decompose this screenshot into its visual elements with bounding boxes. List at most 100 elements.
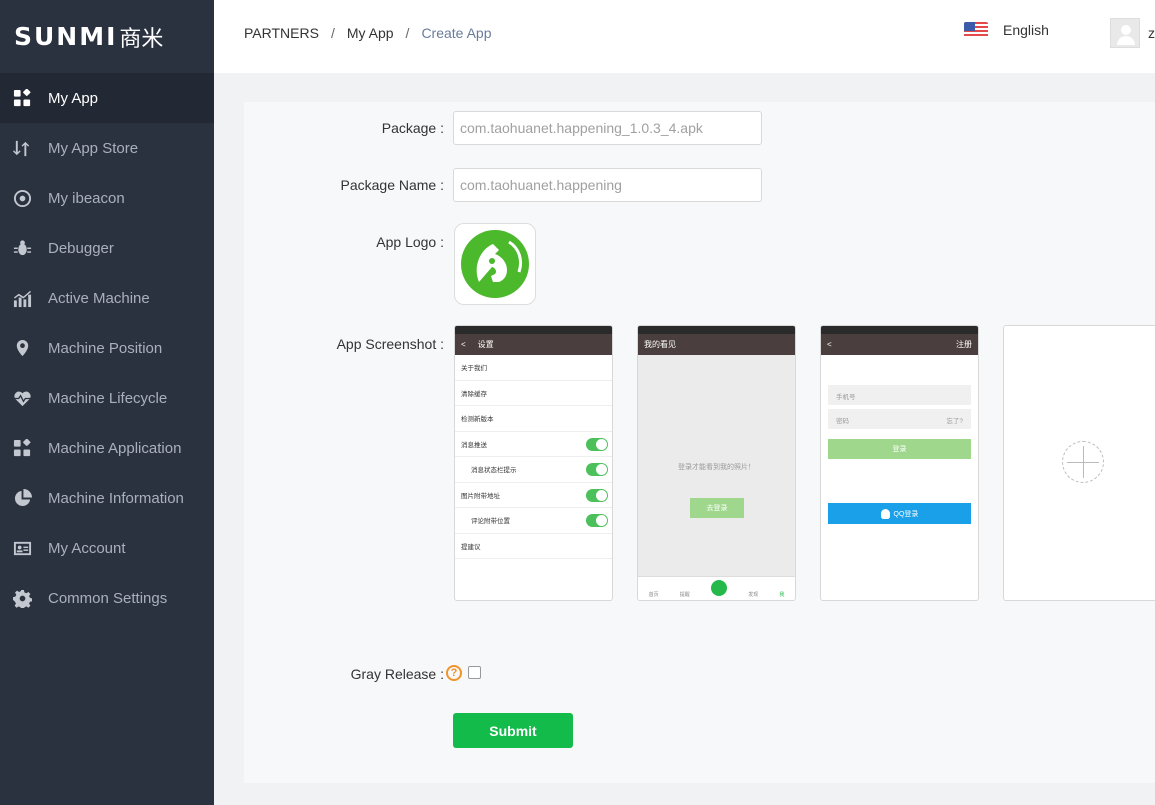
screenshot-upload-box[interactable] bbox=[1003, 325, 1155, 601]
list-item: 检测新版本 bbox=[455, 406, 612, 432]
app-screenshot-2[interactable]: 我的看见 登录才能看到我的照片！ 去登录 首页 提醒 发现 我 bbox=[637, 325, 796, 601]
sidebar-item-machine-application[interactable]: Machine Application bbox=[0, 423, 214, 473]
breadcrumb-create-app: Create App bbox=[421, 25, 492, 41]
list-item: 关于我们 bbox=[455, 355, 612, 381]
pie-icon bbox=[12, 488, 32, 508]
help-icon[interactable]: ? bbox=[446, 665, 462, 681]
apps-icon bbox=[12, 438, 32, 458]
toggle-icon bbox=[586, 437, 608, 451]
list-item: 提建议 bbox=[455, 534, 612, 559]
app-screenshot-1[interactable]: < 设置 关于我们 清除缓存 检测新版本 消息推送 消息状态栏提示 图片附带地址 … bbox=[454, 325, 613, 601]
sidebar-item-my-account[interactable]: My Account bbox=[0, 523, 214, 573]
sidebar: SUNMI 商米 My App My App Store My ibeacon … bbox=[0, 0, 214, 805]
app-screenshot-3[interactable]: < 注册 手机号 密码 忘了? 登录 QQ登录 bbox=[820, 325, 979, 601]
sidebar-item-machine-position[interactable]: Machine Position bbox=[0, 323, 214, 373]
phone-field: 手机号 bbox=[828, 385, 971, 405]
app-screenshot-label: App Screenshot : bbox=[336, 336, 444, 352]
list-item: 消息推送 bbox=[455, 432, 612, 457]
logo-text: SUNMI bbox=[14, 22, 118, 51]
sidebar-item-label: My ibeacon bbox=[48, 189, 125, 207]
location-icon bbox=[12, 338, 32, 358]
language-label: English bbox=[1003, 22, 1049, 38]
language-selector[interactable]: English bbox=[964, 22, 1049, 38]
gray-release-label: Gray Release : bbox=[350, 666, 444, 682]
tab-discover: 发现 bbox=[748, 592, 759, 598]
screenshot-title: 我的看见 bbox=[644, 340, 676, 349]
sidebar-item-label: Debugger bbox=[48, 239, 114, 257]
package-name-label: Package Name : bbox=[340, 177, 445, 193]
package-name-input[interactable] bbox=[453, 168, 762, 202]
login-prompt-text: 登录才能看到我的照片！ bbox=[678, 464, 755, 471]
apps-icon bbox=[12, 88, 32, 108]
app-logo-image[interactable] bbox=[454, 223, 536, 305]
sidebar-item-label: Machine Lifecycle bbox=[48, 389, 168, 407]
sidebar-menu: My App My App Store My ibeacon Debugger … bbox=[0, 73, 214, 623]
gear-icon bbox=[12, 588, 32, 608]
store-icon bbox=[12, 138, 32, 158]
submit-button[interactable]: Submit bbox=[453, 713, 573, 748]
sidebar-item-label: Machine Information bbox=[48, 489, 184, 507]
breadcrumb-my-app[interactable]: My App bbox=[347, 25, 394, 41]
list-item: 消息状态栏提示 bbox=[455, 457, 612, 483]
go-login-button: 去登录 bbox=[690, 498, 744, 518]
package-input[interactable] bbox=[453, 111, 762, 145]
user-name[interactable]: z bbox=[1148, 25, 1155, 41]
sidebar-item-label: Machine Position bbox=[48, 339, 163, 357]
horse-logo-icon bbox=[461, 230, 529, 298]
app-logo-label: App Logo : bbox=[376, 234, 444, 250]
toggle-icon bbox=[586, 514, 608, 527]
chevron-left-icon: < bbox=[461, 340, 466, 349]
brand-logo: SUNMI 商米 bbox=[0, 0, 214, 73]
sidebar-item-label: My App Store bbox=[48, 139, 139, 157]
login-button: 登录 bbox=[828, 439, 971, 459]
screenshot-title: 设置 bbox=[477, 340, 494, 349]
phone-status-bar bbox=[455, 326, 612, 334]
tab-home: 首页 bbox=[648, 592, 659, 598]
gray-release-checkbox[interactable] bbox=[468, 666, 481, 679]
screenshot-title-bar: < 注册 bbox=[821, 334, 978, 355]
sidebar-item-label: My App bbox=[48, 89, 99, 107]
list-item: 评论附带位置 bbox=[455, 508, 612, 534]
avatar[interactable] bbox=[1110, 18, 1140, 48]
qq-icon bbox=[880, 508, 890, 519]
sidebar-item-label: Active Machine bbox=[48, 289, 150, 307]
sidebar-item-label: My Account bbox=[48, 539, 126, 557]
toggle-icon bbox=[586, 463, 608, 476]
phone-status-bar bbox=[638, 326, 795, 334]
sidebar-item-machine-lifecycle[interactable]: Machine Lifecycle bbox=[0, 373, 214, 423]
sidebar-item-debugger[interactable]: Debugger bbox=[0, 223, 214, 273]
sidebar-item-active-machine[interactable]: Active Machine bbox=[0, 273, 214, 323]
tab-remind: 提醒 bbox=[679, 592, 690, 598]
screenshot-title: 注册 bbox=[956, 340, 972, 349]
plus-icon bbox=[1062, 441, 1104, 483]
breadcrumb-partners[interactable]: PARTNERS bbox=[244, 25, 319, 41]
sidebar-item-my-app-store[interactable]: My App Store bbox=[0, 123, 214, 173]
toggle-icon bbox=[586, 488, 608, 502]
create-app-form: Package : Package Name : App Logo : App … bbox=[244, 102, 1155, 783]
bug-icon bbox=[12, 238, 32, 258]
sidebar-item-label: Common Settings bbox=[48, 589, 168, 607]
password-field: 密码 忘了? bbox=[828, 409, 971, 429]
sidebar-item-my-app[interactable]: My App bbox=[0, 73, 214, 123]
sidebar-item-my-ibeacon[interactable]: My ibeacon bbox=[0, 173, 214, 223]
breadcrumb: PARTNERS / My App / Create App bbox=[244, 25, 492, 41]
list-item: 清除缓存 bbox=[455, 381, 612, 406]
sidebar-item-machine-information[interactable]: Machine Information bbox=[0, 473, 214, 523]
qq-login-button: QQ登录 bbox=[828, 503, 971, 524]
beacon-icon bbox=[12, 188, 32, 208]
breadcrumb-separator: / bbox=[330, 25, 335, 41]
tab-me: 我 bbox=[779, 592, 785, 598]
sidebar-item-label: Machine Application bbox=[48, 439, 182, 457]
top-header: PARTNERS / My App / Create App English z bbox=[214, 0, 1155, 73]
id-card-icon bbox=[12, 538, 32, 558]
us-flag-icon bbox=[964, 22, 988, 38]
heartbeat-icon bbox=[12, 388, 32, 408]
screenshot-title-bar: < 设置 bbox=[455, 334, 612, 355]
logo-chinese-text: 商米 bbox=[119, 25, 164, 51]
chart-icon bbox=[12, 288, 32, 308]
screenshot-title-bar: 我的看见 bbox=[638, 334, 795, 355]
package-label: Package : bbox=[381, 120, 444, 136]
breadcrumb-separator: / bbox=[405, 25, 410, 41]
phone-status-bar bbox=[821, 326, 978, 334]
sidebar-item-common-settings[interactable]: Common Settings bbox=[0, 573, 214, 623]
